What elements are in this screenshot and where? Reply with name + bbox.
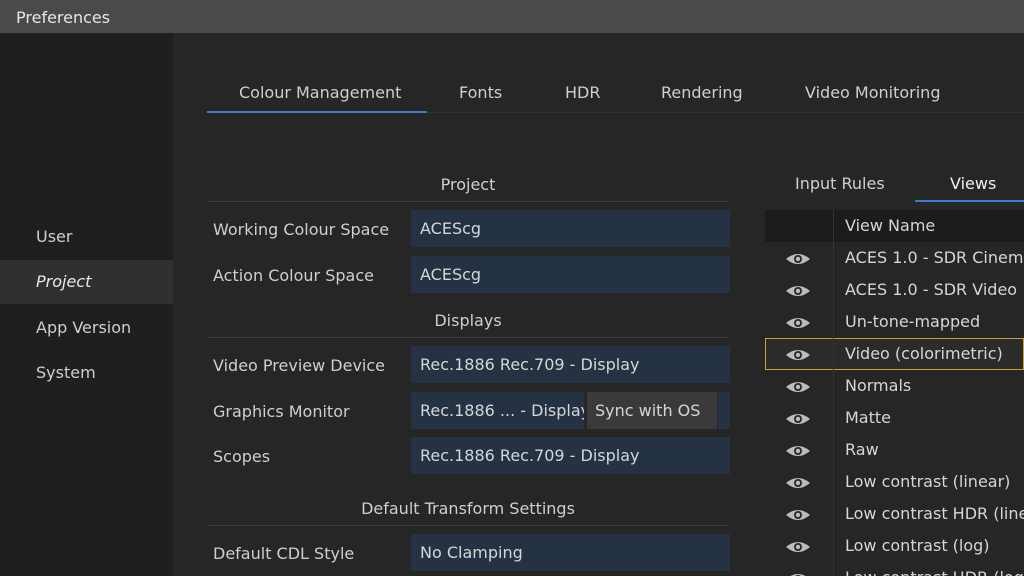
eye-icon[interactable] (785, 411, 811, 425)
column-divider (833, 434, 834, 466)
eye-icon[interactable] (785, 379, 811, 393)
list-item[interactable]: Low contrast HDR (log) (765, 562, 1024, 576)
tab-fonts[interactable]: Fonts (459, 83, 502, 102)
tab-views[interactable]: Views (950, 174, 996, 193)
active-tab-indicator (207, 111, 427, 113)
view-name: Normals (845, 376, 912, 395)
column-divider (833, 338, 834, 370)
title-bar: Preferences (0, 0, 1024, 33)
eye-icon[interactable] (785, 539, 811, 553)
view-name: Low contrast (linear) (845, 472, 1011, 491)
eye-icon[interactable] (785, 443, 811, 457)
list-item[interactable]: ACES 1.0 - SDR Cinema (765, 242, 1024, 274)
eye-icon[interactable] (785, 475, 811, 489)
working-colour-space-label: Working Colour Space (213, 220, 390, 239)
column-divider (833, 466, 834, 498)
sync-with-os-button[interactable]: Sync with OS (587, 392, 717, 429)
view-name: ACES 1.0 - SDR Cinema (845, 248, 1024, 267)
tab-bar: Colour Management Fonts HDR Rendering Vi… (207, 79, 1024, 113)
view-name: ACES 1.0 - SDR Video (845, 280, 1018, 299)
section-divider (207, 201, 729, 202)
eye-icon[interactable] (785, 283, 811, 297)
tab-colour-management[interactable]: Colour Management (239, 83, 401, 102)
scopes-label: Scopes (213, 447, 271, 466)
view-name: Low contrast HDR (log) (845, 568, 1024, 576)
active-tab-indicator (915, 200, 1024, 202)
graphics-monitor-dropdown[interactable]: Rec.1886 ... - Display (411, 392, 584, 429)
action-colour-space-dropdown[interactable]: ACEScg (411, 256, 730, 293)
column-divider (833, 498, 834, 530)
tab-hdr[interactable]: HDR (565, 83, 600, 102)
view-name: Low contrast HDR (linear) (845, 504, 1024, 523)
views-list: View Name ACES 1.0 - SDR Cinema ACES 1.0 … (765, 210, 1024, 576)
video-preview-device-dropdown[interactable]: Rec.1886 Rec.709 - Display (411, 346, 730, 383)
tab-input-rules[interactable]: Input Rules (795, 174, 885, 193)
column-header-view-name: View Name (845, 216, 936, 235)
column-divider (833, 242, 834, 274)
section-divider (207, 337, 729, 338)
views-tab-bar: Input Rules Views (765, 169, 1024, 203)
view-name: Un-tone-mapped (845, 312, 981, 331)
eye-icon[interactable] (785, 347, 811, 361)
sidebar: User Project App Version System (0, 33, 173, 576)
eye-icon[interactable] (785, 507, 811, 521)
default-cdl-style-label: Default CDL Style (213, 544, 355, 563)
list-item[interactable]: Low contrast HDR (linear) (765, 498, 1024, 530)
column-divider (833, 210, 834, 242)
column-divider (833, 306, 834, 338)
view-name: Low contrast (log) (845, 536, 990, 555)
sidebar-item-system[interactable]: System (0, 351, 173, 395)
column-divider (833, 370, 834, 402)
sidebar-item-user[interactable]: User (0, 215, 173, 259)
section-divider (207, 525, 729, 526)
list-item[interactable]: Raw (765, 434, 1024, 466)
main-panel: Colour Management Fonts HDR Rendering Vi… (173, 33, 1024, 576)
list-item[interactable]: Normals (765, 370, 1024, 402)
eye-icon[interactable] (785, 571, 811, 576)
view-name: Matte (845, 408, 891, 427)
tab-rendering[interactable]: Rendering (661, 83, 743, 102)
sidebar-item-project[interactable]: Project (0, 260, 173, 304)
default-cdl-style-dropdown[interactable]: No Clamping (411, 534, 730, 571)
view-name: Video (colorimetric) (845, 344, 1003, 363)
list-item[interactable]: Video (colorimetric) (765, 338, 1024, 370)
window-title: Preferences (16, 8, 111, 27)
list-item[interactable]: ACES 1.0 - SDR Video (765, 274, 1024, 306)
action-colour-space-label: Action Colour Space (213, 266, 374, 285)
video-preview-device-label: Video Preview Device (213, 356, 385, 375)
views-list-header: View Name (765, 210, 1024, 242)
scopes-dropdown[interactable]: Rec.1886 Rec.709 - Display (411, 437, 730, 474)
section-title-displays: Displays (434, 311, 502, 330)
section-title-project: Project (440, 175, 496, 194)
column-divider (833, 530, 834, 562)
column-divider (833, 562, 834, 576)
sidebar-item-app-version[interactable]: App Version (0, 306, 173, 350)
column-divider (833, 274, 834, 306)
view-name: Raw (845, 440, 879, 459)
list-item[interactable]: Un-tone-mapped (765, 306, 1024, 338)
sync-with-os-toggle[interactable] (718, 392, 730, 429)
column-divider (833, 402, 834, 434)
working-colour-space-dropdown[interactable]: ACEScg (411, 210, 730, 247)
list-item[interactable]: Matte (765, 402, 1024, 434)
section-title-default-transform: Default Transform Settings (361, 499, 575, 518)
list-item[interactable]: Low contrast (log) (765, 530, 1024, 562)
graphics-monitor-label: Graphics Monitor (213, 402, 350, 421)
eye-icon[interactable] (785, 315, 811, 329)
eye-icon[interactable] (785, 251, 811, 265)
tab-video-monitoring[interactable]: Video Monitoring (805, 83, 940, 102)
list-item[interactable]: Low contrast (linear) (765, 466, 1024, 498)
